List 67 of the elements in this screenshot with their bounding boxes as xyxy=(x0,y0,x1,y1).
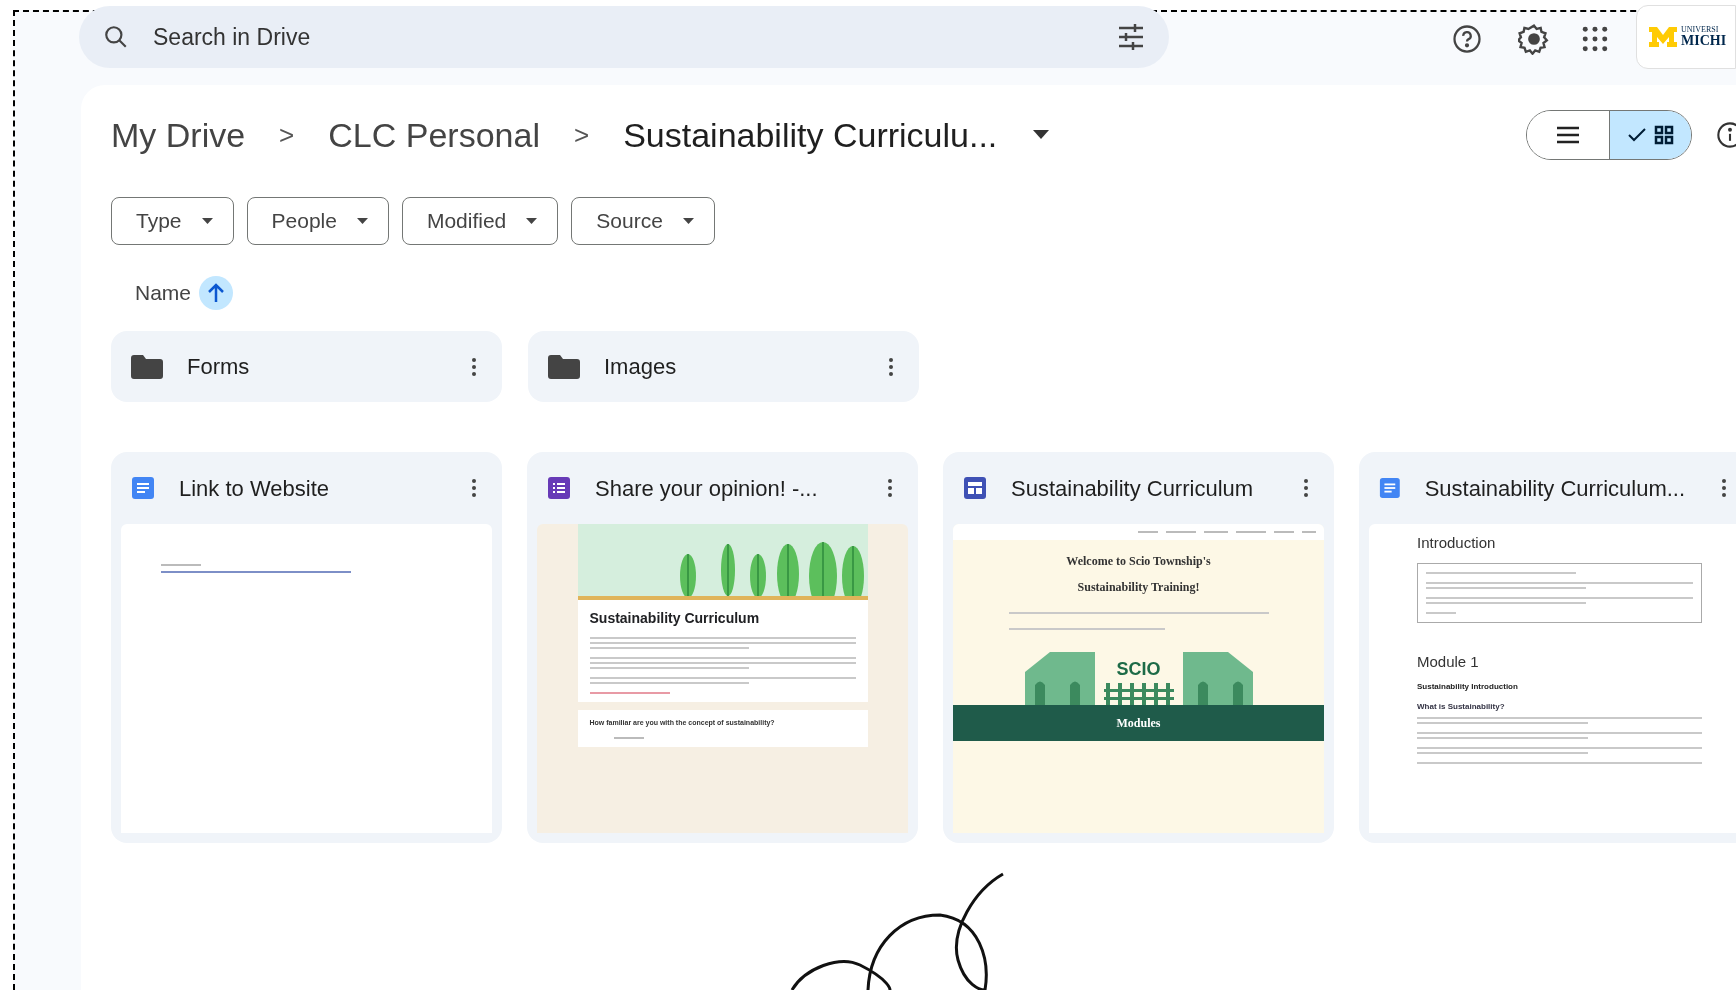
search-input[interactable]: Search in Drive xyxy=(153,19,1093,55)
sort-ascending-button[interactable] xyxy=(199,276,234,310)
breadcrumb-separator: > xyxy=(573,118,590,152)
site-heading: Welcome to Scio Township's xyxy=(1066,553,1211,570)
file-card[interactable]: Sustainability Curriculum... Introduction Module 1 Sustainability Introduction What is Sustainability? xyxy=(1359,452,1736,843)
modules-banner: Modules xyxy=(953,705,1324,741)
arrow-up-icon xyxy=(208,283,225,303)
file-name: Sustainability Curriculum... xyxy=(1424,474,1686,503)
info-icon[interactable] xyxy=(1716,121,1736,149)
doc-question: What is Sustainability? xyxy=(1417,701,1506,713)
filter-chip[interactable]: Type xyxy=(111,197,234,245)
apps-grid-icon[interactable] xyxy=(1582,26,1608,52)
search-field[interactable]: Search in Drive xyxy=(79,6,1169,68)
caret-down-icon xyxy=(682,217,694,225)
breadcrumb-item[interactable]: CLC Personal xyxy=(328,109,540,161)
file-name: Link to Website xyxy=(179,474,330,503)
filter-chip[interactable]: Modified xyxy=(401,197,559,245)
breadcrumb-separator: > xyxy=(279,118,295,152)
site-heading: Sustainability Training! xyxy=(1077,579,1200,596)
more-vertical-icon xyxy=(472,479,476,497)
filter-chip[interactable]: Source xyxy=(571,197,715,245)
search-icon xyxy=(103,24,129,50)
form-list-icon xyxy=(547,476,571,500)
breadcrumb-item[interactable]: Sustainability Curriculu... xyxy=(623,109,998,161)
document-icon xyxy=(131,476,155,500)
more-vertical-icon xyxy=(888,479,892,497)
folder-item[interactable]: Images xyxy=(528,331,919,402)
filter-sliders-icon[interactable] xyxy=(1117,24,1145,50)
file-name: Share your opinion! -... xyxy=(595,474,819,503)
folder-name: Images xyxy=(604,353,678,381)
text-lines-drawing xyxy=(1426,611,1456,614)
help-icon[interactable] xyxy=(1452,24,1482,54)
checkmark-icon xyxy=(1627,128,1646,142)
form-title: Sustainability Curriculum xyxy=(589,609,761,628)
caret-down-icon xyxy=(526,217,538,225)
doc-heading: Module 1 xyxy=(1417,651,1480,672)
folder-item[interactable]: Forms xyxy=(111,331,502,402)
file-card[interactable]: Sustainability Curriculum Welcome to Scio Township's Sustainability Training! SCIO Modules xyxy=(943,452,1334,843)
grid-view-button[interactable] xyxy=(1609,111,1691,159)
doc-heading: Introduction xyxy=(1417,533,1497,553)
block-m-logo-icon xyxy=(1649,27,1677,47)
account-logo-card[interactable]: UNIVERSI MICHI xyxy=(1636,5,1736,69)
document-icon xyxy=(1379,476,1401,500)
more-vertical-icon xyxy=(1304,479,1308,497)
fence-drawing xyxy=(1103,683,1174,705)
doc-subheading: Sustainability Introduction xyxy=(1417,681,1519,693)
folder-icon xyxy=(131,354,163,379)
list-icon xyxy=(1557,126,1579,144)
folder-icon xyxy=(548,354,580,379)
site-logo: SCIO xyxy=(1116,658,1161,681)
caret-down-icon xyxy=(201,217,213,225)
sort-label[interactable]: Name xyxy=(135,277,192,309)
folder-name: Forms xyxy=(187,353,251,381)
grid-icon xyxy=(1653,125,1674,145)
more-vertical-icon xyxy=(472,357,476,376)
caret-down-icon xyxy=(356,217,368,225)
logo-text: MICHI xyxy=(1681,34,1727,48)
breadcrumb-item[interactable]: My Drive xyxy=(111,109,246,161)
file-card[interactable]: Link to Website xyxy=(111,452,502,843)
settings-icon[interactable] xyxy=(1518,23,1550,55)
filter-chip[interactable]: People xyxy=(246,197,389,245)
caret-down-icon[interactable] xyxy=(1033,130,1050,140)
file-name: Sustainability Curriculum xyxy=(1011,474,1255,503)
more-vertical-icon xyxy=(889,357,893,376)
more-vertical-icon xyxy=(1721,479,1726,497)
logo-text: UNIVERSI xyxy=(1681,26,1720,34)
site-layout-icon xyxy=(963,476,987,500)
